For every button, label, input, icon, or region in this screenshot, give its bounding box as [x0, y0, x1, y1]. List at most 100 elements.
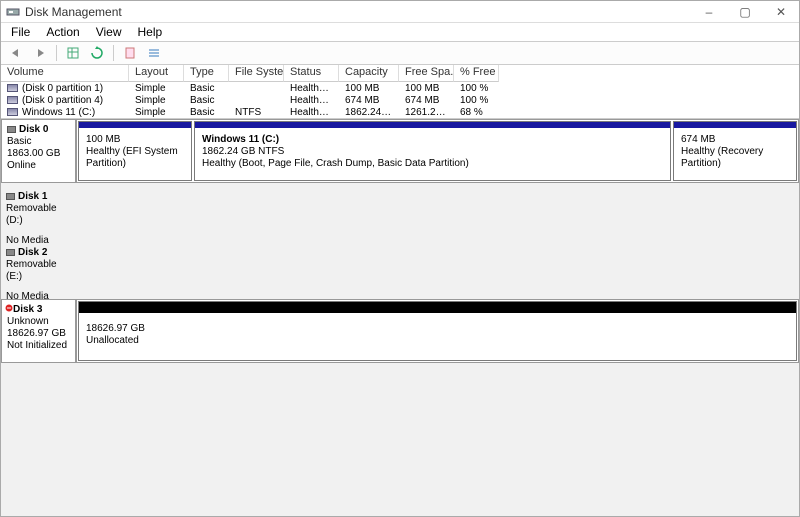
disk-0-type: Basic: [7, 136, 70, 148]
disk-3-status: Not Initialized: [7, 340, 70, 352]
toolbar-separator: [113, 45, 114, 61]
app-icon: [6, 5, 20, 19]
close-button[interactable]: ✕: [763, 1, 799, 23]
disk-3-partitions: 18626.97 GB Unallocated: [76, 299, 799, 363]
cell-status: Healthy (B...: [284, 107, 339, 118]
back-button[interactable]: [5, 43, 27, 63]
cell-pctfree: 100 %: [454, 83, 499, 94]
disk-1-type: Removable (D:): [6, 203, 71, 227]
minimize-button[interactable]: –: [691, 1, 727, 23]
partition-status: Healthy (EFI System Partition): [86, 146, 184, 170]
error-icon: [5, 304, 13, 316]
menu-help[interactable]: Help: [132, 24, 169, 40]
disk-3-type: Unknown: [7, 316, 70, 328]
cell-status: Healthy (E...: [284, 83, 339, 94]
status-bar: [1, 500, 799, 516]
volume-icon: [7, 108, 18, 116]
forward-button[interactable]: [29, 43, 51, 63]
partition-size: 18626.97 GB: [86, 323, 789, 335]
disk-row-1[interactable]: Disk 1 Removable (D:) No Media: [1, 187, 799, 239]
cell-status: Healthy (R...: [284, 95, 339, 106]
disk-row-3[interactable]: Disk 3 Unknown 18626.97 GB Not Initializ…: [1, 299, 799, 363]
window-buttons: – ▢ ✕: [691, 1, 799, 23]
disk-3-partition-1[interactable]: 18626.97 GB Unallocated: [78, 301, 797, 361]
col-layout[interactable]: Layout: [129, 65, 184, 82]
col-pctfree[interactable]: % Free: [454, 65, 499, 82]
col-type[interactable]: Type: [184, 65, 229, 82]
col-status[interactable]: Status: [284, 65, 339, 82]
disk-2-name: Disk 2: [18, 247, 47, 258]
disk-row-2[interactable]: Disk 2 Removable (E:) No Media: [1, 243, 799, 295]
refresh-button[interactable]: [86, 43, 108, 63]
maximize-button[interactable]: ▢: [727, 1, 763, 23]
menu-view[interactable]: View: [90, 24, 128, 40]
disk-icon: [6, 193, 15, 200]
titlebar[interactable]: Disk Management – ▢ ✕: [1, 1, 799, 23]
volume-list: Volume Layout Type File System Status Ca…: [1, 65, 799, 119]
disk-1-partitions: [76, 187, 799, 239]
volume-icon: [7, 96, 18, 104]
cell-free: 674 MB: [399, 95, 454, 106]
disk-2-type: Removable (E:): [6, 259, 71, 283]
partition-status: Healthy (Boot, Page File, Crash Dump, Ba…: [202, 158, 663, 170]
partition-status: Unallocated: [86, 335, 789, 347]
table-row[interactable]: Windows 11 (C:)SimpleBasicNTFSHealthy (B…: [1, 106, 799, 118]
cell-capacity: 674 MB: [339, 95, 399, 106]
col-free[interactable]: Free Spa...: [399, 65, 454, 82]
cell-layout: Simple: [129, 83, 184, 94]
partition-line2: 1862.24 GB NTFS: [202, 146, 663, 158]
disk-0-partition-1[interactable]: 100 MB Healthy (EFI System Partition): [78, 121, 192, 181]
cell-pctfree: 68 %: [454, 107, 499, 118]
disk-0-info[interactable]: Disk 0 Basic 1863.00 GB Online: [1, 119, 76, 183]
cell-type: Basic: [184, 83, 229, 94]
table-row[interactable]: (Disk 0 partition 1)SimpleBasic Healthy (…: [1, 82, 799, 94]
disk-0-status: Online: [7, 160, 70, 172]
disk-0-name: Disk 0: [19, 124, 48, 135]
toolbar-separator: [56, 45, 57, 61]
disk-management-window: Disk Management – ▢ ✕ File Action View H…: [0, 0, 800, 517]
disk-icon: [6, 249, 15, 256]
disk-3-size: 18626.97 GB: [7, 328, 70, 340]
cell-pctfree: 100 %: [454, 95, 499, 106]
cell-volume: (Disk 0 partition 1): [1, 83, 129, 94]
window-title: Disk Management: [25, 5, 691, 19]
tree-button[interactable]: [62, 43, 84, 63]
cell-fs: NTFS: [229, 107, 284, 118]
disk-icon: [7, 126, 16, 133]
disk-0-partition-3[interactable]: 674 MB Healthy (Recovery Partition): [673, 121, 797, 181]
cell-free: 1261.29 ...: [399, 107, 454, 118]
cell-type: Basic: [184, 107, 229, 118]
disk-0-partition-2[interactable]: Windows 11 (C:) 1862.24 GB NTFS Healthy …: [194, 121, 671, 181]
volume-rows: (Disk 0 partition 1)SimpleBasicHealthy (…: [1, 82, 799, 118]
disk-1-name: Disk 1: [18, 191, 47, 202]
partition-size: 100 MB: [86, 134, 184, 146]
disk-3-name: Disk 3: [13, 304, 42, 315]
col-capacity[interactable]: Capacity: [339, 65, 399, 82]
disk-graphical-pane[interactable]: Disk 0 Basic 1863.00 GB Online 100 MB He…: [1, 119, 799, 500]
disk-3-info[interactable]: Disk 3 Unknown 18626.97 GB Not Initializ…: [1, 299, 76, 363]
menubar: File Action View Help: [1, 23, 799, 41]
cell-layout: Simple: [129, 107, 184, 118]
cell-volume: Windows 11 (C:): [1, 107, 129, 118]
volume-list-header: Volume Layout Type File System Status Ca…: [1, 65, 799, 82]
cell-free: 100 MB: [399, 83, 454, 94]
disk-2-partitions: [76, 243, 799, 295]
partition-status: Healthy (Recovery Partition): [681, 146, 789, 170]
volume-icon: [7, 84, 18, 92]
col-fs[interactable]: File System: [229, 65, 284, 82]
disk-row-0[interactable]: Disk 0 Basic 1863.00 GB Online 100 MB He…: [1, 119, 799, 183]
disk-0-partitions: 100 MB Healthy (EFI System Partition) Wi…: [76, 119, 799, 183]
cell-capacity: 100 MB: [339, 83, 399, 94]
list-button[interactable]: [143, 43, 165, 63]
table-row[interactable]: (Disk 0 partition 4)SimpleBasicHealthy (…: [1, 94, 799, 106]
cell-layout: Simple: [129, 95, 184, 106]
properties-button[interactable]: [119, 43, 141, 63]
disk-2-info[interactable]: Disk 2 Removable (E:) No Media: [1, 243, 76, 295]
partition-size: 674 MB: [681, 134, 789, 146]
cell-volume: (Disk 0 partition 4): [1, 95, 129, 106]
menu-file[interactable]: File: [5, 24, 36, 40]
col-volume[interactable]: Volume: [1, 65, 129, 82]
disk-1-info[interactable]: Disk 1 Removable (D:) No Media: [1, 187, 76, 239]
disk-0-size: 1863.00 GB: [7, 148, 70, 160]
menu-action[interactable]: Action: [40, 24, 85, 40]
